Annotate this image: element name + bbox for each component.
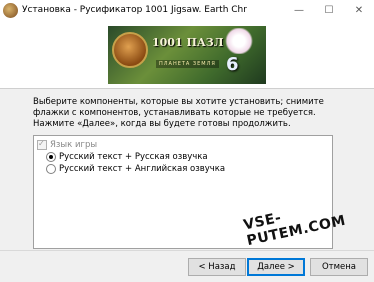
header-area: 1001 ПАЗЛ ПЛАНЕТА ЗЕМЛЯ 6 bbox=[0, 22, 374, 89]
maximize-button[interactable]: ☐ bbox=[314, 0, 344, 22]
footer-divider bbox=[0, 250, 374, 251]
radio-unselected[interactable] bbox=[46, 163, 56, 174]
minimize-button[interactable]: — bbox=[284, 0, 314, 22]
close-button[interactable]: ✕ bbox=[344, 0, 374, 22]
group-language: Язык игры bbox=[37, 138, 98, 151]
orangutan-image bbox=[112, 32, 148, 68]
group-label: Язык игры bbox=[50, 140, 98, 150]
back-button[interactable]: < Назад bbox=[188, 258, 246, 276]
option-english-voice[interactable]: Русский текст + Английская озвучка bbox=[46, 163, 225, 175]
radio-selected[interactable] bbox=[46, 151, 56, 162]
group-checkbox bbox=[37, 138, 47, 150]
banner-title: 1001 ПАЗЛ bbox=[152, 36, 224, 49]
flower-image bbox=[224, 28, 254, 54]
banner-number: 6 bbox=[226, 54, 239, 75]
option-label: Русский текст + Русская озвучка bbox=[59, 152, 208, 162]
game-banner: 1001 ПАЗЛ ПЛАНЕТА ЗЕМЛЯ 6 bbox=[108, 26, 266, 84]
title-bar: Установка - Русификатор 1001 Jigsaw. Ear… bbox=[0, 0, 374, 22]
app-icon bbox=[3, 3, 18, 18]
next-button[interactable]: Далее > bbox=[247, 258, 305, 276]
option-russian-voice[interactable]: Русский текст + Русская озвучка bbox=[46, 151, 208, 163]
option-label: Русский текст + Английская озвучка bbox=[59, 164, 226, 174]
cancel-button[interactable]: Отмена bbox=[310, 258, 368, 276]
window-title: Установка - Русификатор 1001 Jigsaw. Ear… bbox=[22, 5, 247, 15]
instruction-text: Выберите компоненты, которые вы хотите у… bbox=[33, 97, 324, 129]
banner-subtitle: ПЛАНЕТА ЗЕМЛЯ bbox=[156, 60, 219, 68]
